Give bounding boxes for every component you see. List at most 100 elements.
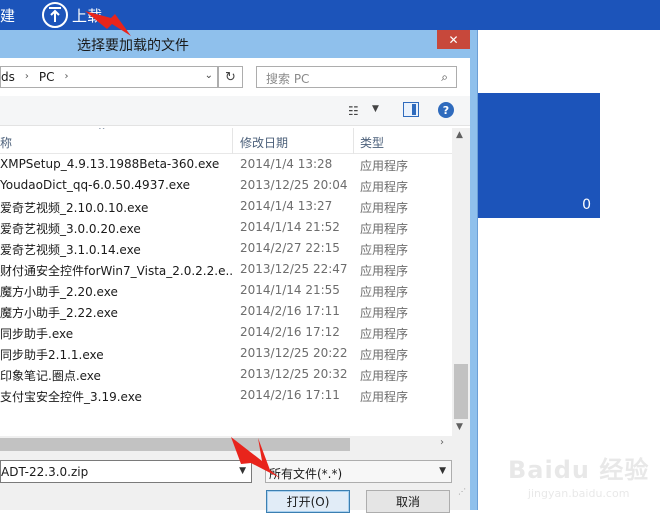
column-header-date[interactable]: 修改日期	[240, 134, 288, 151]
breadcrumb: ds › PC ›	[1, 70, 69, 84]
search-placeholder: 搜索 PC	[266, 72, 310, 86]
dialog-footer: ADT-22.3.0.zip ▼ 所有文件(*.*) ▼ 打开(O) 取消	[0, 453, 470, 513]
file-type-cell: 应用程序	[360, 369, 409, 383]
breadcrumb-item[interactable]: PC	[39, 70, 55, 84]
breadcrumb-item[interactable]: ds	[1, 70, 15, 84]
scroll-thumb[interactable]	[454, 364, 468, 419]
open-button[interactable]: 打开(O)	[266, 490, 350, 513]
upload-button-label: 上载	[72, 6, 103, 25]
search-input[interactable]: 搜索 PC ⌕	[256, 66, 457, 88]
sort-ascending-icon: ^	[98, 128, 106, 136]
dialog-body: ds › PC › ⌄ ↻ 搜索 PC ⌕ ☷ ▼ ? ^ 称 修改日期 类型 …	[0, 58, 470, 513]
column-divider[interactable]	[232, 128, 233, 154]
filename-value: ADT-22.3.0.zip	[1, 465, 89, 479]
help-icon[interactable]: ?	[438, 102, 454, 118]
watermark: Baidu 经验 jingyan.baidu.com	[508, 450, 649, 500]
close-button[interactable]: ✕	[437, 30, 470, 49]
chevron-right-icon: ›	[64, 71, 69, 82]
column-header-name[interactable]: 称	[0, 134, 12, 151]
table-row[interactable]: YoudaoDict_qq-6.0.50.4937.exe 2013/12/25 …	[0, 175, 452, 196]
table-row[interactable]: 爱奇艺视频_2.10.0.10.exe 2014/1/4 13:27 应用程序	[0, 196, 452, 217]
upload-arrow-icon	[42, 2, 68, 28]
file-type-cell: 应用程序	[360, 390, 409, 404]
app-header-bar: 建 上载	[0, 0, 660, 30]
file-type-cell: 应用程序	[360, 243, 409, 257]
scroll-down-icon[interactable]: ▼	[456, 422, 463, 432]
address-bar[interactable]: ds › PC › ⌄	[0, 66, 218, 88]
file-date-cell: 2013/12/25 20:22	[240, 346, 348, 360]
upload-button[interactable]: 上载	[42, 1, 102, 29]
column-header-type[interactable]: 类型	[360, 134, 384, 151]
scroll-right-icon[interactable]: ›	[440, 437, 444, 448]
horizontal-scrollbar[interactable]: ›	[0, 436, 470, 453]
file-type-cell: 应用程序	[360, 159, 409, 173]
preview-pane-icon[interactable]	[403, 102, 419, 117]
file-name-cell: 支付宝安全控件_3.19.exe	[0, 390, 142, 404]
filetype-value: 所有文件(*.*)	[269, 467, 343, 481]
table-row[interactable]: 支付宝安全控件_3.19.exe 2014/2/16 17:11 应用程序	[0, 385, 452, 406]
filename-field[interactable]: ADT-22.3.0.zip ▼	[0, 460, 252, 483]
table-row[interactable]: 爱奇艺视频_3.0.0.20.exe 2014/1/14 21:52 应用程序	[0, 217, 452, 238]
file-type-cell: 应用程序	[360, 201, 409, 215]
refresh-button[interactable]: ↻	[218, 66, 243, 88]
resize-grip-icon[interactable]: ⋰	[458, 487, 466, 496]
table-row[interactable]: 魔方小助手_2.20.exe 2014/1/14 21:55 应用程序	[0, 280, 452, 301]
file-type-cell: 应用程序	[360, 222, 409, 236]
search-icon: ⌕	[441, 70, 448, 84]
file-date-cell: 2014/2/16 17:11	[240, 388, 340, 402]
file-date-cell: 2014/1/14 21:52	[240, 220, 340, 234]
table-row[interactable]: 魔方小助手_2.22.exe 2014/2/16 17:11 应用程序	[0, 301, 452, 322]
view-options-icon[interactable]: ☷	[348, 104, 359, 118]
file-name-cell: 魔方小助手_2.20.exe	[0, 285, 118, 299]
toolbar: ☷ ▼ ?	[0, 96, 470, 126]
chevron-down-icon[interactable]: ▼	[439, 466, 446, 476]
chevron-down-icon[interactable]: ▼	[372, 104, 379, 114]
close-icon: ✕	[448, 32, 459, 47]
tile-count: 0	[582, 197, 591, 213]
file-name-cell: 魔方小助手_2.22.exe	[0, 306, 118, 320]
table-row[interactable]: 财付通安全控件forWin7_Vista_2.0.2.2.e... 2013/12…	[0, 259, 452, 280]
table-row[interactable]: 爱奇艺视频_3.1.0.14.exe 2014/2/27 22:15 应用程序	[0, 238, 452, 259]
chevron-down-icon[interactable]: ▼	[239, 466, 246, 476]
file-date-cell: 2014/1/4 13:28	[240, 157, 333, 171]
table-row[interactable]: 同步助手.exe 2014/2/16 17:12 应用程序	[0, 322, 452, 343]
file-name-cell: 爱奇艺视频_2.10.0.10.exe	[0, 201, 149, 215]
scroll-thumb[interactable]	[0, 438, 350, 451]
filetype-select[interactable]: 所有文件(*.*) ▼	[265, 460, 452, 483]
column-divider[interactable]	[353, 128, 354, 154]
watermark-url: jingyan.baidu.com	[527, 487, 630, 500]
chevron-right-icon: ›	[24, 71, 29, 82]
scroll-up-icon[interactable]: ▲	[456, 130, 463, 140]
file-name-cell: 印象笔记.圈点.exe	[0, 369, 101, 383]
dialog-title: 选择要加载的文件	[77, 38, 189, 54]
cancel-button[interactable]: 取消	[366, 490, 450, 513]
file-name-cell: 同步助手.exe	[0, 327, 74, 341]
file-name-cell: 财付通安全控件forWin7_Vista_2.0.2.2.e...	[0, 264, 232, 278]
table-row[interactable]: 同步助手2.1.1.exe 2013/12/25 20:22 应用程序	[0, 343, 452, 364]
file-date-cell: 2014/2/16 17:12	[240, 325, 340, 339]
chevron-down-icon[interactable]: ⌄	[205, 70, 213, 81]
file-date-cell: 2014/1/14 21:55	[240, 283, 340, 297]
background-tile[interactable]: 0	[478, 93, 600, 218]
watermark-logo: Baidu 经验	[508, 456, 650, 484]
file-type-cell: 应用程序	[360, 348, 409, 362]
file-type-cell: 应用程序	[360, 180, 409, 194]
file-date-cell: 2013/12/25 20:32	[240, 367, 348, 381]
file-name-cell: 爱奇艺视频_3.0.0.20.exe	[0, 222, 141, 236]
new-button-label[interactable]: 建	[0, 5, 15, 26]
file-open-dialog: 选择要加载的文件 ✕ ds › PC › ⌄ ↻ 搜索 PC ⌕ ☷ ▼ ? ^…	[0, 30, 478, 513]
file-type-cell: 应用程序	[360, 285, 409, 299]
file-name-cell: 爱奇艺视频_3.1.0.14.exe	[0, 243, 141, 257]
file-type-cell: 应用程序	[360, 306, 409, 320]
file-date-cell: 2013/12/25 22:47	[240, 262, 348, 276]
table-row[interactable]: XMPSetup_4.9.13.1988Beta-360.exe 2014/1/4…	[0, 154, 452, 175]
file-type-cell: 应用程序	[360, 327, 409, 341]
refresh-icon: ↻	[225, 69, 236, 85]
vertical-scrollbar[interactable]: ▲ ▼	[452, 128, 470, 436]
file-date-cell: 2013/12/25 20:04	[240, 178, 348, 192]
table-row[interactable]: 印象笔记.圈点.exe 2013/12/25 20:32 应用程序	[0, 364, 452, 385]
file-date-cell: 2014/2/16 17:11	[240, 304, 340, 318]
cancel-button-label: 取消	[395, 495, 420, 509]
file-list-header: ^ 称 修改日期 类型	[0, 128, 452, 154]
file-list: ^ 称 修改日期 类型 XMPSetup_4.9.13.1988Beta-360…	[0, 128, 452, 436]
